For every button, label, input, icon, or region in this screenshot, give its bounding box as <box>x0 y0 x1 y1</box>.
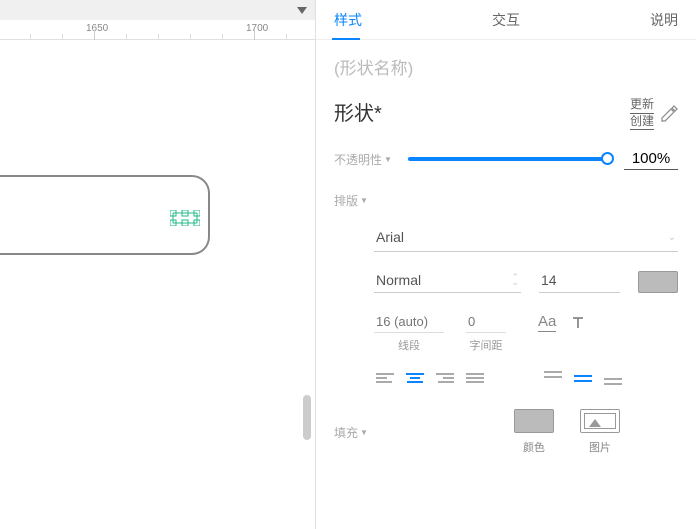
shape-title: 形状* <box>334 97 382 126</box>
fill-section: 填充▼ 颜色 图片 <box>334 409 678 455</box>
opacity-slider[interactable] <box>408 157 608 161</box>
stepper-icon: ⌃⌄ <box>511 275 519 286</box>
spacing-row: 线段 字间距 Aa <box>374 311 678 353</box>
opacity-label[interactable]: 不透明性▼ <box>334 151 392 168</box>
align-left-button[interactable] <box>374 369 396 387</box>
valign-bottom-button[interactable] <box>602 369 624 387</box>
shape-name-input[interactable]: (形状名称) <box>334 54 678 79</box>
font-color-swatch[interactable] <box>638 271 678 293</box>
tab-notes[interactable]: 说明 <box>636 0 696 39</box>
ruler-tick-label: 1650 <box>86 23 108 34</box>
font-weight-select[interactable]: Normal ⌃⌄ <box>374 268 521 293</box>
letter-spacing-input[interactable] <box>466 311 506 333</box>
text-case-icon[interactable]: Aa <box>538 313 556 332</box>
text-style-icon[interactable] <box>570 315 586 331</box>
chevron-down-icon: ⌄ <box>668 232 676 243</box>
fill-image-label: 图片 <box>589 439 611 455</box>
create-link[interactable]: 创建 <box>630 114 654 131</box>
panel-body: (形状名称) 形状* 更新 创建 不透明性▼ <box>316 40 696 529</box>
selection-handles-icon[interactable] <box>170 210 200 226</box>
fill-color-label: 颜色 <box>523 439 545 455</box>
opacity-slider-thumb[interactable] <box>601 152 614 165</box>
tab-style[interactable]: 样式 <box>316 0 376 39</box>
letter-spacing-label: 字间距 <box>470 337 503 353</box>
pencil-icon[interactable] <box>660 105 678 123</box>
fill-image-swatch[interactable] <box>580 409 620 433</box>
font-family-value: Arial <box>376 229 404 245</box>
align-right-button[interactable] <box>434 369 456 387</box>
ruler-tick-label: 1700 <box>246 23 268 34</box>
fill-color-swatch[interactable] <box>514 409 554 433</box>
font-size-input[interactable]: 14 <box>539 268 620 293</box>
tab-interaction[interactable]: 交互 <box>376 0 636 39</box>
title-actions: 更新 创建 <box>630 97 678 130</box>
line-height-input[interactable] <box>374 311 444 333</box>
vertical-scrollbar[interactable] <box>303 395 311 440</box>
font-row: Normal ⌃⌄ 14 <box>374 268 678 293</box>
canvas-dropdown-icon[interactable] <box>297 7 307 14</box>
line-height-label: 线段 <box>398 337 420 353</box>
horizontal-ruler: 1650 1700 <box>0 20 315 40</box>
typography-label[interactable]: 排版▼ <box>334 192 678 209</box>
font-family-select[interactable]: Arial ⌄ <box>374 223 678 252</box>
properties-panel: 样式 交互 说明 (形状名称) 形状* 更新 创建 不透明性▼ <box>316 0 696 529</box>
alignment-row <box>374 369 678 387</box>
update-link[interactable]: 更新 <box>630 97 654 114</box>
opacity-section: 不透明性▼ <box>334 148 678 170</box>
panel-tabs: 样式 交互 说明 <box>316 0 696 40</box>
typography-section: 排版▼ Arial ⌄ Normal ⌃⌄ 14 线段 <box>334 192 678 387</box>
text-transform-group: Aa <box>538 311 586 332</box>
align-center-button[interactable] <box>404 369 426 387</box>
valign-top-button[interactable] <box>542 369 564 387</box>
fill-label[interactable]: 填充▼ <box>334 424 368 441</box>
valign-middle-button[interactable] <box>572 369 594 387</box>
opacity-input[interactable] <box>624 148 678 170</box>
title-row: 形状* 更新 创建 <box>334 97 678 130</box>
canvas-area[interactable]: 1650 1700 <box>0 0 316 529</box>
canvas-toolbar <box>0 0 315 20</box>
align-justify-button[interactable] <box>464 369 486 387</box>
